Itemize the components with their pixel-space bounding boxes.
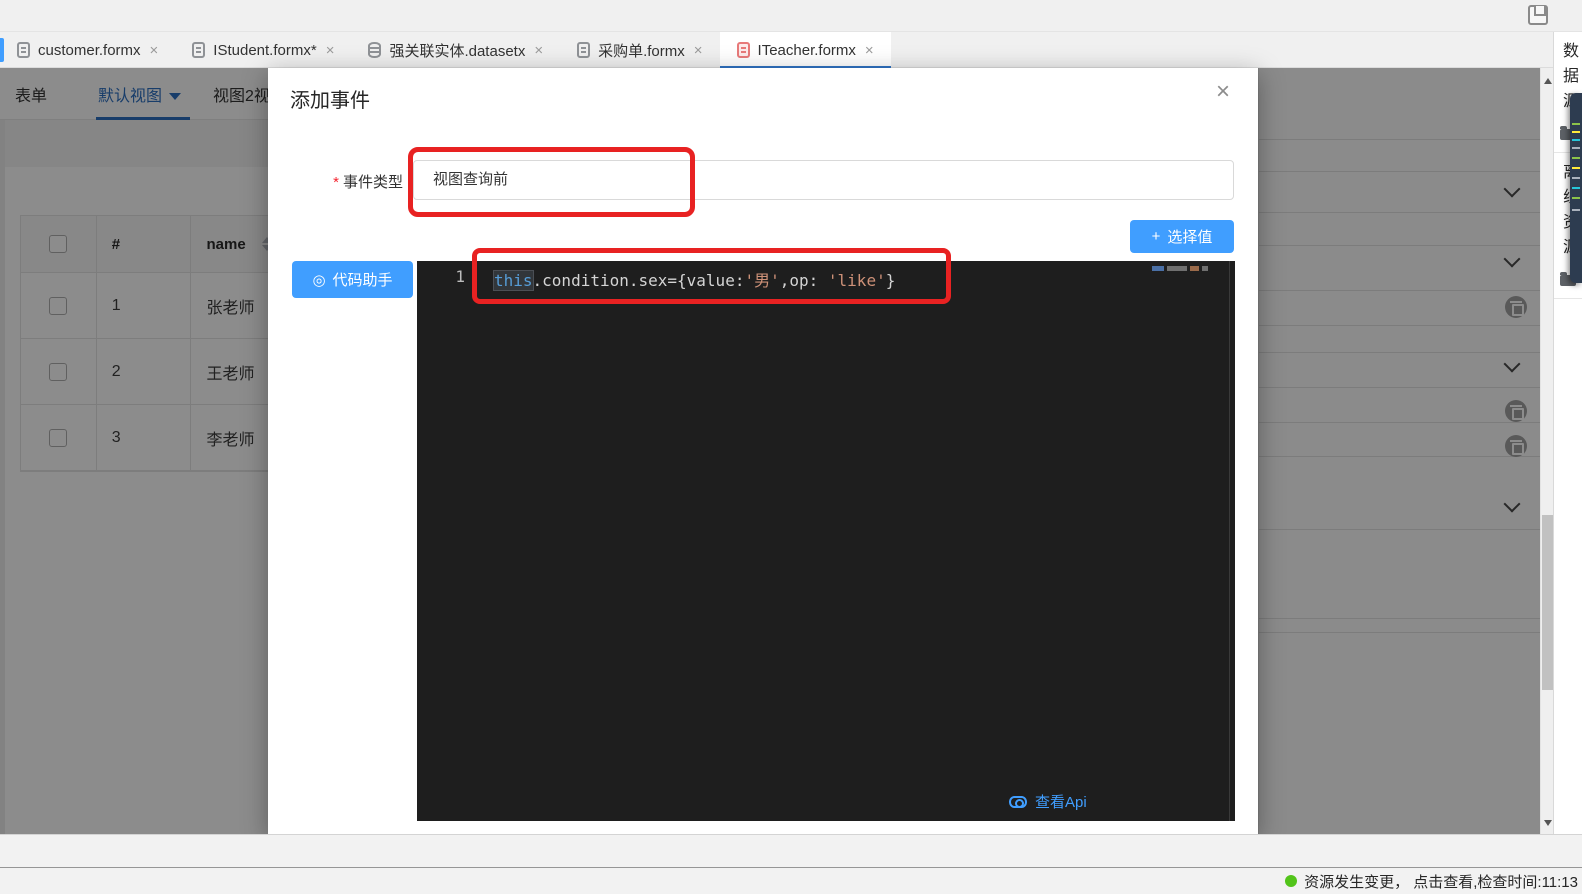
required-mark: *	[333, 174, 339, 191]
code-minimap-thumbnail	[1570, 93, 1582, 283]
close-icon[interactable]: ×	[694, 43, 703, 58]
database-file-icon	[368, 42, 381, 58]
tab-label: ITeacher.formx	[758, 42, 856, 59]
editor-minimap	[1152, 266, 1208, 271]
line-number: 1	[443, 267, 465, 286]
tab-iteacher-formx-active[interactable]: ITeacher.formx ×	[720, 32, 891, 68]
event-type-select[interactable]: 视图查询前	[413, 160, 1234, 200]
tab-caigoudan-formx[interactable]: 采购单.formx ×	[560, 32, 719, 68]
horizontal-scroll-strip	[0, 834, 1582, 867]
vertical-scrollbar[interactable]	[1540, 68, 1554, 834]
form-file-icon-red	[737, 42, 750, 58]
dialog-close-icon[interactable]: ×	[1216, 80, 1230, 104]
tab-label: 强关联实体.datasetx	[389, 40, 525, 61]
save-icon[interactable]	[1528, 5, 1548, 25]
top-bar	[0, 0, 1582, 32]
close-icon[interactable]: ×	[865, 43, 874, 58]
code-helper-button[interactable]: ◎ 代码助手	[292, 261, 413, 298]
select-value-button[interactable]: + 选择值	[1130, 220, 1234, 253]
event-type-label: *事件类型	[313, 171, 403, 192]
add-event-dialog: 添加事件 × *事件类型 视图查询前 + 选择值 ◎ 代码助手 1 this.c…	[268, 68, 1258, 834]
status-message[interactable]: 资源发生变更， 点击查看,检查时间:11:13	[1304, 871, 1578, 892]
scroll-up-icon[interactable]	[1544, 78, 1552, 84]
code-string: 'like'	[828, 271, 886, 290]
eye-icon	[1009, 796, 1027, 808]
app-window: customer.formx × IStudent.formx* × 强关联实体…	[0, 0, 1582, 894]
tab-label: IStudent.formx*	[213, 42, 316, 59]
close-icon[interactable]: ×	[150, 43, 159, 58]
code-helper-icon: ◎	[312, 271, 325, 289]
tab-customer-formx[interactable]: customer.formx ×	[0, 32, 175, 68]
close-icon[interactable]: ×	[326, 43, 335, 58]
editor-scrollbar-divider	[1229, 261, 1230, 821]
view-api-link[interactable]: 查看Api	[1009, 791, 1087, 812]
tab-label: customer.formx	[38, 42, 141, 59]
document-tab-bar: customer.formx × IStudent.formx* × 强关联实体…	[0, 32, 1553, 68]
tab-istudent-formx[interactable]: IStudent.formx* ×	[175, 32, 351, 68]
dialog-title: 添加事件	[290, 84, 370, 113]
code-line[interactable]: this.condition.sex={value:'男',op: 'like'…	[494, 267, 895, 291]
form-file-icon	[577, 42, 590, 58]
plus-icon: +	[1152, 228, 1161, 245]
status-green-dot	[1285, 875, 1297, 887]
form-file-icon	[192, 42, 205, 58]
tab-label: 采购单.formx	[598, 40, 685, 61]
tab-dataset[interactable]: 强关联实体.datasetx ×	[351, 32, 560, 68]
status-bar: 资源发生变更， 点击查看,检查时间:11:13	[0, 867, 1582, 894]
code-keyword: this	[494, 271, 533, 290]
code-editor[interactable]: 1 this.condition.sex={value:'男',op: 'lik…	[417, 261, 1235, 821]
form-file-icon	[17, 42, 30, 58]
code-string: '男'	[744, 271, 779, 290]
scroll-down-icon[interactable]	[1544, 820, 1552, 826]
close-icon[interactable]: ×	[534, 43, 543, 58]
